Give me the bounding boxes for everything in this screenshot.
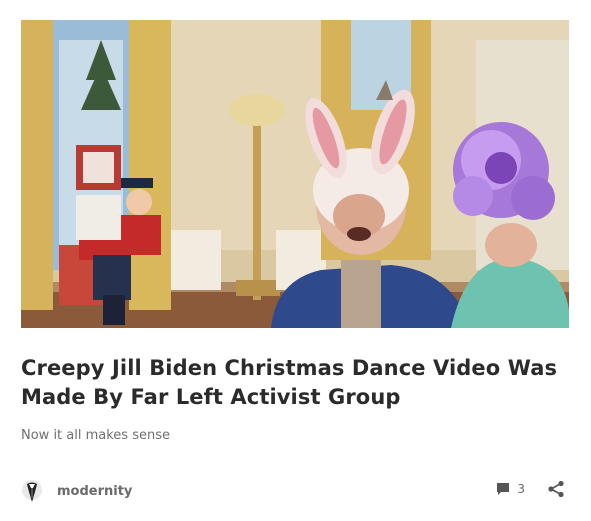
featured-image[interactable]: [21, 20, 569, 328]
post-footer: modernity 3: [21, 476, 569, 506]
comments-link[interactable]: 3: [495, 481, 525, 497]
post-excerpt: Now it all makes sense: [21, 428, 170, 443]
post-actions: 3: [495, 480, 565, 498]
author-name: modernity: [57, 483, 133, 499]
comment-count: 3: [517, 482, 525, 496]
post-title[interactable]: Creepy Jill Biden Christmas Dance Video …: [21, 354, 571, 412]
author-link[interactable]: modernity: [21, 478, 132, 504]
comment-icon: [497, 483, 510, 495]
post-card: Creepy Jill Biden Christmas Dance Video …: [0, 0, 591, 521]
author-avatar-icon: [22, 480, 42, 502]
share-icon[interactable]: [547, 480, 565, 498]
